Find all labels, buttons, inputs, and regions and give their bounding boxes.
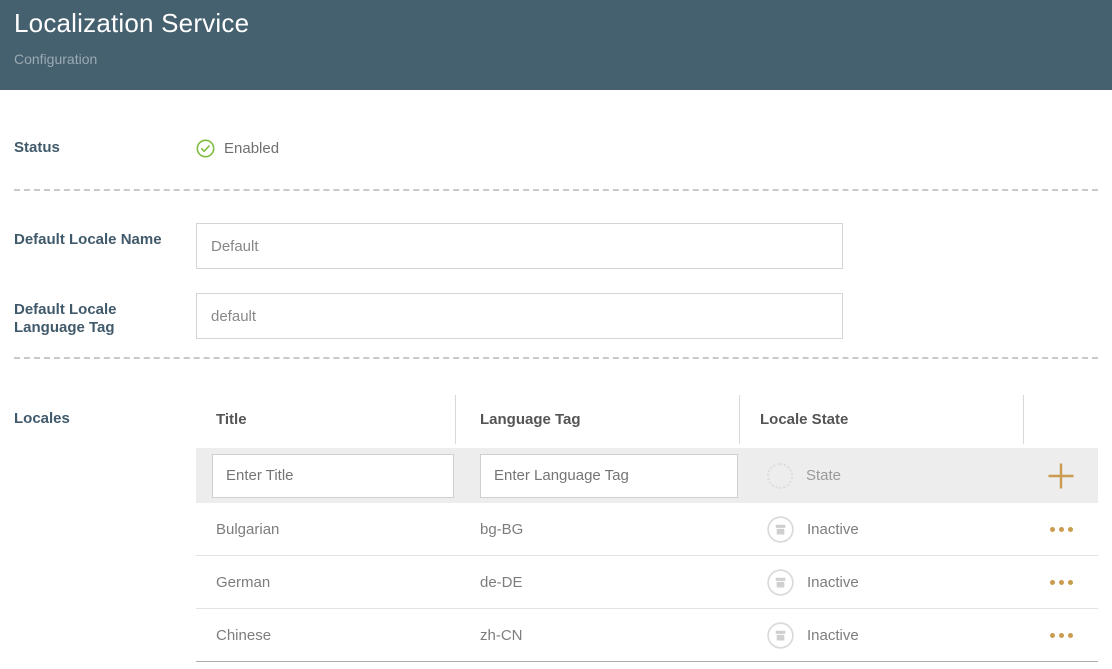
column-header-language-tag: Language Tag <box>456 395 740 444</box>
enabled-check-icon <box>196 139 215 158</box>
section-divider <box>14 189 1098 191</box>
ellipsis-icon <box>1050 580 1055 585</box>
default-locale-tag-row: Default Locale Language Tag <box>14 293 1098 339</box>
locales-table-header: Title Language Tag Locale State <box>196 395 1098 444</box>
status-row: Status Enabled <box>14 139 1098 158</box>
plus-icon <box>1046 461 1076 491</box>
column-header-title: Title <box>196 395 456 444</box>
new-locale-tag-input[interactable] <box>480 454 738 498</box>
locale-title: Chinese <box>196 627 456 644</box>
page-header: Localization Service Configuration <box>0 0 1112 90</box>
table-row: Bulgarian bg-BG Inactive <box>196 503 1098 556</box>
locale-tag: zh-CN <box>456 627 740 644</box>
new-locale-title-input[interactable] <box>212 454 454 498</box>
locales-section: Locales Title Language Tag Locale State … <box>14 395 1098 662</box>
configuration-panel: Status Enabled Default Locale Name Defau… <box>0 139 1112 662</box>
page-title: Localization Service <box>14 8 1096 39</box>
default-locale-tag-label: Default Locale Language Tag <box>14 293 164 337</box>
locale-title: German <box>196 574 456 591</box>
section-divider <box>14 357 1098 359</box>
default-locale-name-input[interactable] <box>196 223 843 269</box>
state-toggle-label: State <box>806 467 841 484</box>
default-locale-name-label: Default Locale Name <box>14 223 164 249</box>
inactive-state-icon <box>767 622 794 649</box>
add-locale-button[interactable] <box>1044 459 1078 493</box>
inactive-state-icon <box>767 516 794 543</box>
locale-title: Bulgarian <box>196 521 456 538</box>
table-row: Chinese zh-CN Inactive <box>196 609 1098 662</box>
ellipsis-icon <box>1050 527 1055 532</box>
locale-state-text: Inactive <box>807 574 859 591</box>
inactive-state-icon <box>767 569 794 596</box>
table-row: German de-DE Inactive <box>196 556 1098 609</box>
locale-state-text: Inactive <box>807 627 859 644</box>
locales-table: Title Language Tag Locale State State <box>196 395 1098 662</box>
add-locale-row: State <box>196 448 1098 503</box>
locale-tag: bg-BG <box>456 521 740 538</box>
ellipsis-icon <box>1050 633 1055 638</box>
locales-label: Locales <box>14 395 164 428</box>
row-menu-button[interactable] <box>1048 627 1075 644</box>
page-subtitle: Configuration <box>14 51 1096 67</box>
status-value: Enabled <box>196 139 279 158</box>
default-locale-tag-input[interactable] <box>196 293 843 339</box>
row-menu-button[interactable] <box>1048 521 1075 538</box>
state-toggle-icon[interactable] <box>767 463 793 489</box>
status-text: Enabled <box>224 140 279 157</box>
locale-tag: de-DE <box>456 574 740 591</box>
column-header-locale-state: Locale State <box>740 395 1024 444</box>
status-label: Status <box>14 139 164 157</box>
column-header-actions <box>1024 395 1098 444</box>
row-menu-button[interactable] <box>1048 574 1075 591</box>
default-locale-name-row: Default Locale Name <box>14 223 1098 269</box>
locale-state-text: Inactive <box>807 521 859 538</box>
